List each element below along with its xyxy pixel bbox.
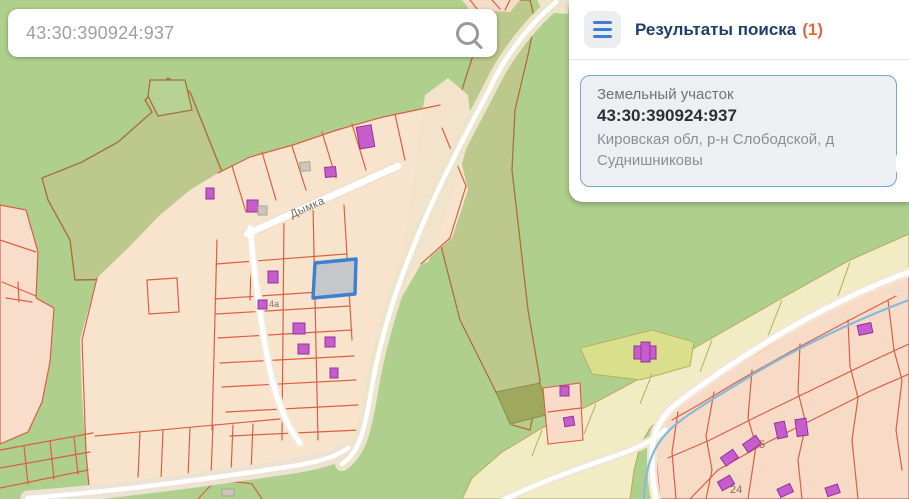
result-card[interactable]: Земельный участок 43:30:390924:937 Киров…: [580, 75, 897, 187]
results-count: (1): [802, 20, 823, 40]
result-address-line1: Кировская обл, р-н Слободской, д: [597, 129, 880, 150]
search-icon[interactable]: [456, 22, 479, 45]
house-label-24: 24: [730, 484, 742, 496]
result-address-line2: Суднишниковы: [597, 150, 880, 171]
menu-icon: [593, 21, 612, 25]
results-title: Результаты поиска: [635, 20, 796, 40]
cadastral-map-app: Дымка 4а 5 24 43:30:390924:937 Результат…: [0, 0, 909, 499]
search-input[interactable]: 43:30:390924:937: [8, 9, 497, 57]
corner-lot: [148, 80, 192, 116]
selected-parcel[interactable]: [313, 259, 356, 298]
house-label-5: 5: [759, 439, 765, 451]
results-panel: Результаты поиска (1) Земельный участок …: [569, 0, 909, 202]
house-label-4a: 4а: [269, 299, 279, 309]
result-cadastral-number: 43:30:390924:937: [597, 106, 880, 126]
menu-button[interactable]: [584, 11, 621, 48]
results-panel-header: Результаты поиска (1): [569, 0, 909, 60]
search-value: 43:30:390924:937: [26, 23, 174, 44]
panel-scroll-nub[interactable]: [896, 150, 909, 177]
result-object-type: Земельный участок: [597, 86, 880, 103]
